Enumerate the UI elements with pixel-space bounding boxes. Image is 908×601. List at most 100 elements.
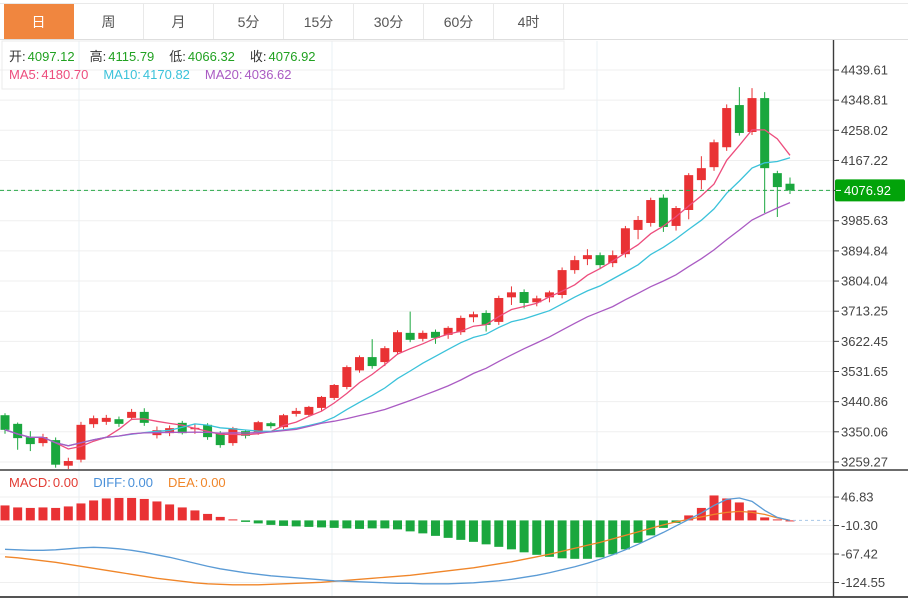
candle-body xyxy=(342,367,352,387)
macd-legend: MACD: 0.00 DIFF: 0.00 DEA: 0.00 xyxy=(9,475,226,490)
macd-hist-bar xyxy=(25,507,35,521)
price-axis-label: 4258.02 xyxy=(841,123,888,138)
candle-body xyxy=(127,411,137,418)
macd-hist-bar xyxy=(355,520,365,529)
price-axis-label: 3440.86 xyxy=(841,394,888,409)
candle-body xyxy=(595,255,605,266)
period-tab[interactable]: 4时 xyxy=(494,4,564,39)
macd-hist-bar xyxy=(342,520,352,529)
legend-item: MA20: 4036.62 xyxy=(205,67,292,82)
price-axis-label: 4439.61 xyxy=(841,63,888,78)
candle-body xyxy=(291,410,301,414)
candle-body xyxy=(0,415,10,430)
macd-axis-label: 46.83 xyxy=(841,490,874,505)
price-axis-label: 3531.65 xyxy=(841,364,888,379)
macd-hist-bar xyxy=(228,519,238,521)
kline-chart[interactable]: 4439.61 4348.81 4258.02 4167.22 4076.92 3985.… xyxy=(0,0,908,601)
period-tab[interactable]: 15分 xyxy=(284,4,354,39)
ma20-line xyxy=(4,202,791,447)
candle-body xyxy=(684,175,694,210)
ma5-line xyxy=(4,129,791,450)
legend-item: 收: 4076.92 xyxy=(250,46,316,65)
period-tab[interactable]: 60分 xyxy=(424,4,494,39)
legend-item: 低: 4066.32 xyxy=(169,46,235,65)
period-tab[interactable]: 30分 xyxy=(354,4,424,39)
legend-value: 4036.62 xyxy=(244,67,292,82)
macd-hist-bar xyxy=(367,520,377,529)
candle-body xyxy=(468,314,478,318)
macd-hist-bar xyxy=(506,520,516,550)
macd-hist-bar xyxy=(241,520,251,522)
macd-hist-bar xyxy=(291,520,301,527)
legend-value: 4066.32 xyxy=(187,49,235,64)
legend-value: 4097.12 xyxy=(27,49,75,64)
legend-label: 开: xyxy=(9,49,26,64)
candle-body xyxy=(734,105,744,133)
candle-body xyxy=(405,332,415,340)
macd-axis-label: -10.30 xyxy=(841,518,878,533)
period-tab[interactable]: 日 xyxy=(4,4,74,39)
candle-body xyxy=(317,396,327,408)
legend-value: 0.00 xyxy=(127,475,154,490)
candle-body xyxy=(13,423,23,439)
legend-item: DIFF: 0.00 xyxy=(93,475,153,490)
period-tab[interactable]: 5分 xyxy=(214,4,284,39)
legend-value: 4180.70 xyxy=(41,67,89,82)
period-tab[interactable]: 周 xyxy=(74,4,144,39)
macd-hist-bar xyxy=(519,520,529,553)
macd-hist-bar xyxy=(418,520,428,534)
macd-hist-bar xyxy=(772,519,782,521)
macd-hist-bar xyxy=(76,503,86,521)
macd-hist-bar xyxy=(760,517,770,521)
macd-hist-bar xyxy=(101,498,111,521)
macd-hist-bar xyxy=(443,520,453,538)
candle-body xyxy=(747,98,757,132)
macd-hist-bar xyxy=(190,510,200,521)
macd-hist-bar xyxy=(0,505,10,521)
candle-body xyxy=(772,173,782,188)
candle-body xyxy=(101,417,111,422)
macd-hist-bar xyxy=(304,520,314,527)
macd-hist-bar xyxy=(405,520,415,532)
price-axis-label: 4167.22 xyxy=(841,153,888,168)
macd-hist-bar xyxy=(127,497,137,521)
legend-item: MA10: 4170.82 xyxy=(103,67,190,82)
macd-hist-bar xyxy=(532,520,542,555)
candle-body xyxy=(304,406,314,415)
period-tab[interactable]: 月 xyxy=(144,4,214,39)
candle-body xyxy=(760,98,770,169)
legend-value: 0.00 xyxy=(200,475,226,490)
macd-hist-bar xyxy=(13,507,23,521)
legend-label: DEA: xyxy=(168,475,199,490)
candle-body xyxy=(696,168,706,181)
macd-hist-bar xyxy=(456,520,466,540)
macd-hist-bar xyxy=(152,501,162,521)
candle-body xyxy=(367,357,377,367)
candle-body xyxy=(380,348,390,363)
legend-label: MACD: xyxy=(9,475,51,490)
legend-value: 0.00 xyxy=(52,475,79,490)
macd-hist-bar xyxy=(595,520,605,558)
candle-body xyxy=(89,418,99,425)
candle-body xyxy=(658,197,668,227)
macd-hist-bar xyxy=(63,506,73,521)
legend-value: 4170.82 xyxy=(142,67,190,82)
legend-item: 开: 4097.12 xyxy=(9,46,75,65)
price-axis-label: 3622.45 xyxy=(841,334,888,349)
ma-legend: MA5: 4180.70 MA10: 4170.82 MA20: 4036.62 xyxy=(9,67,292,82)
candle-body xyxy=(646,200,656,223)
legend-label: MA10: xyxy=(103,67,141,82)
legend-item: MA5: 4180.70 xyxy=(9,67,88,82)
macd-hist-bar xyxy=(582,520,592,559)
candle-body xyxy=(139,411,149,423)
macd-hist-bar xyxy=(139,498,149,521)
macd-hist-bar xyxy=(114,497,124,521)
macd-hist-bar xyxy=(544,520,554,557)
macd-hist-bar xyxy=(393,520,402,530)
candle-body xyxy=(506,292,516,298)
macd-hist-bar xyxy=(722,498,732,521)
macd-hist-bar xyxy=(89,500,99,521)
macd-hist-bar xyxy=(203,513,213,521)
current-price-label: 4076.92 xyxy=(844,183,891,198)
legend-item: DEA: 0.00 xyxy=(168,475,226,490)
